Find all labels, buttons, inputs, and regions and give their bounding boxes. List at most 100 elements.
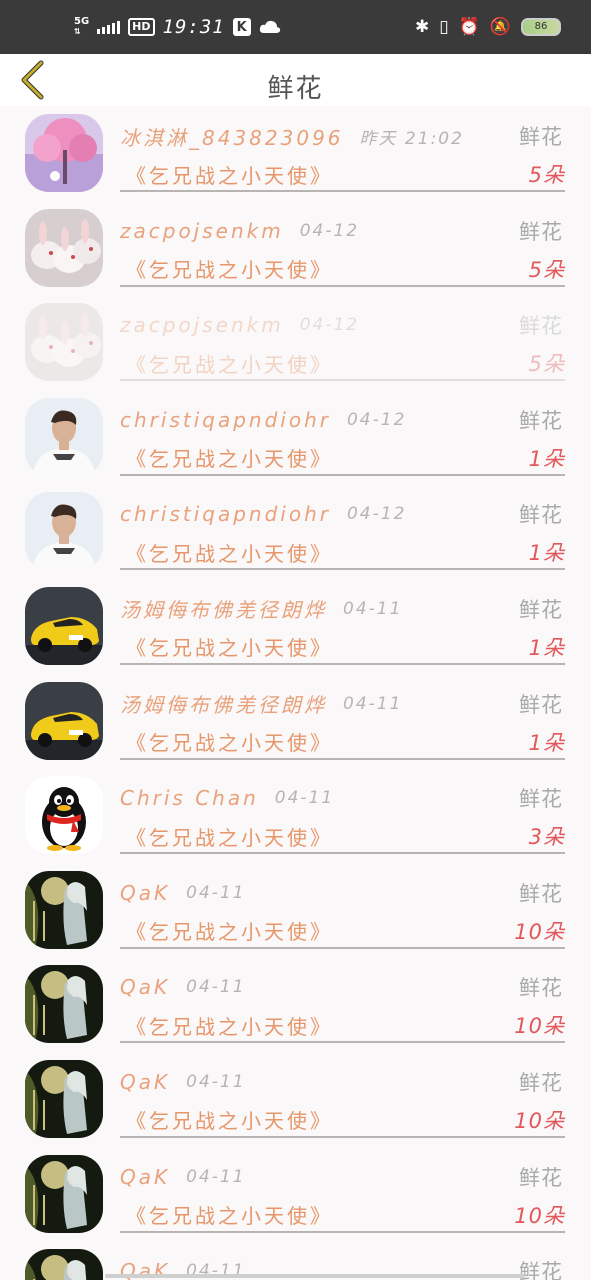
username[interactable]: 冰淇淋_843823096 [120,122,344,151]
gift-type-label: 鲜花 [519,125,563,149]
alarm-icon: ⏰ [458,17,480,37]
gift-type-label: 鲜花 [519,219,563,244]
gift-type-label: 鲜花 [519,1070,563,1095]
page-title: 鲜花 [267,74,324,104]
gift-count: 1朵 [528,541,565,566]
timestamp: 04-12 [346,504,407,525]
gift-count: 5朵 [528,257,565,282]
avatar[interactable] [25,965,103,1043]
gift-count: 10朵 [514,1203,565,1228]
timestamp: 04-11 [186,1166,246,1187]
list-item[interactable]: 汤姆侮布佛羌径朗烨 04-11 鲜花 《乞兄战之小天使》 1朵 [0,674,591,769]
hd-badge: HD [128,18,155,36]
gift-count: 10朵 [514,919,565,944]
timestamp: 04-12 [346,409,407,430]
book-title[interactable]: 《乞兄战之小天使》 [126,822,333,851]
username[interactable]: QaK [120,1070,170,1094]
signal-icon [97,20,121,34]
list-item[interactable]: 汤姆侮布佛羌径朗烨 04-11 鲜花 《乞兄战之小天使》 1朵 [0,579,591,674]
book-title[interactable]: 《乞兄战之小天使》 [126,1105,333,1134]
status-bar: 5G ⇅ HD 19:31 K ✱ ▯ ⏰ 🔕 86 [0,0,591,54]
avatar[interactable] [25,587,103,665]
username[interactable]: zacpojsenkm [120,313,284,337]
gift-count: 3朵 [528,825,565,850]
gift-type-label: 鲜花 [519,314,563,339]
gift-type-label: 鲜花 [519,976,563,1001]
avatar[interactable] [25,1060,103,1138]
scroll-indicator [105,1274,525,1278]
gift-type-label: 鲜花 [519,597,563,622]
gift-count: 1朵 [528,730,565,755]
book-title[interactable]: 《乞兄战之小天使》 [126,254,333,283]
avatar[interactable] [25,871,103,949]
status-time: 19:31 [162,16,225,38]
gift-count: 5朵 [528,352,565,377]
mute-icon: 🔕 [489,17,511,37]
cloud-icon [259,20,280,33]
list-item[interactable]: Chris Chan 04-11 鲜花 《乞兄战之小天使》 3朵 [0,768,591,863]
username[interactable]: 汤姆侮布佛羌径朗烨 [120,689,327,718]
timestamp: 04-11 [274,788,335,809]
timestamp: 04-11 [186,977,246,998]
avatar[interactable] [25,1155,103,1233]
list-item[interactable]: QaK 04-11 鲜花 《乞兄战之小天使》 10朵 [0,957,591,1052]
book-title[interactable]: 《乞兄战之小天使》 [126,443,333,472]
avatar[interactable] [25,1249,103,1280]
timestamp: 04-11 [186,882,246,903]
username[interactable]: QaK [120,881,170,905]
list-item[interactable]: christiqapndiohr 04-12 鲜花 《乞兄战之小天使》 1朵 [0,484,591,579]
network-indicator: 5G ⇅ [74,16,90,37]
avatar[interactable] [25,209,103,287]
username[interactable]: christiqapndiohr [120,408,331,432]
gift-type-label: 鲜花 [519,503,563,528]
avatar[interactable] [25,303,103,381]
list-item[interactable]: QaK 04-11 鲜花 《乞兄战之小天使》 10朵 [0,1052,591,1147]
username[interactable]: christiqapndiohr [120,502,331,526]
gift-count: 10朵 [514,1014,565,1039]
gift-type-label: 鲜花 [519,787,563,812]
list-item[interactable]: QaK 04-11 鲜花 《乞兄战之小天使》 10朵 [0,1147,591,1242]
nav-bar: 鲜花 [0,54,591,106]
timestamp: 04-12 [299,220,360,241]
bluetooth-icon: ✱ [415,17,430,37]
timestamp: 昨天 21:02 [359,128,464,149]
gift-record-list[interactable]: 冰淇淋_843823096 昨天 21:02 鲜花 《乞兄战之小天使》 5朵 z… [0,106,591,1280]
gift-count: 10朵 [514,1108,565,1133]
book-title[interactable]: 《乞兄战之小天使》 [126,160,333,189]
username[interactable]: 汤姆侮布佛羌径朗烨 [120,594,327,623]
timestamp: 04-11 [343,598,403,619]
gift-count: 5朵 [528,163,565,187]
avatar[interactable] [25,398,103,476]
vibrate-icon: ▯ [439,17,449,37]
avatar[interactable] [25,114,103,192]
username[interactable]: QaK [120,975,170,999]
app-badge-icon: K [232,18,251,36]
avatar[interactable] [25,682,103,760]
book-title[interactable]: 《乞兄战之小天使》 [126,538,333,567]
gift-type-label: 鲜花 [519,692,563,717]
timestamp: 04-11 [186,1071,246,1092]
username[interactable]: QaK [120,1165,170,1189]
avatar[interactable] [25,776,103,854]
book-title[interactable]: 《乞兄战之小天使》 [126,727,333,756]
gift-type-label: 鲜花 [519,1260,563,1280]
username[interactable]: Chris Chan [120,786,259,810]
book-title[interactable]: 《乞兄战之小天使》 [126,1200,333,1229]
gift-count: 1朵 [528,446,565,471]
gift-type-label: 鲜花 [519,408,563,433]
book-title[interactable]: 《乞兄战之小天使》 [126,349,333,378]
list-item[interactable]: 冰淇淋_843823096 昨天 21:02 鲜花 《乞兄战之小天使》 5朵 [0,106,591,201]
book-title[interactable]: 《乞兄战之小天使》 [126,632,333,661]
list-item[interactable]: zacpojsenkm 04-12 鲜花 《乞兄战之小天使》 5朵 [0,201,591,296]
timestamp: 04-12 [299,315,360,336]
list-item[interactable]: QaK 04-11 鲜花 《乞兄战之小天使》 10朵 [0,863,591,958]
list-item[interactable]: christiqapndiohr 04-12 鲜花 《乞兄战之小天使》 1朵 [0,390,591,485]
battery-icon: 86 [521,18,561,36]
username[interactable]: zacpojsenkm [120,219,284,243]
avatar[interactable] [25,492,103,570]
book-title[interactable]: 《乞兄战之小天使》 [126,1011,333,1040]
list-item[interactable]: zacpojsenkm 04-12 鲜花 《乞兄战之小天使》 5朵 [0,295,591,390]
timestamp: 04-11 [343,693,403,714]
gift-type-label: 鲜花 [519,1165,563,1190]
book-title[interactable]: 《乞兄战之小天使》 [126,916,333,945]
